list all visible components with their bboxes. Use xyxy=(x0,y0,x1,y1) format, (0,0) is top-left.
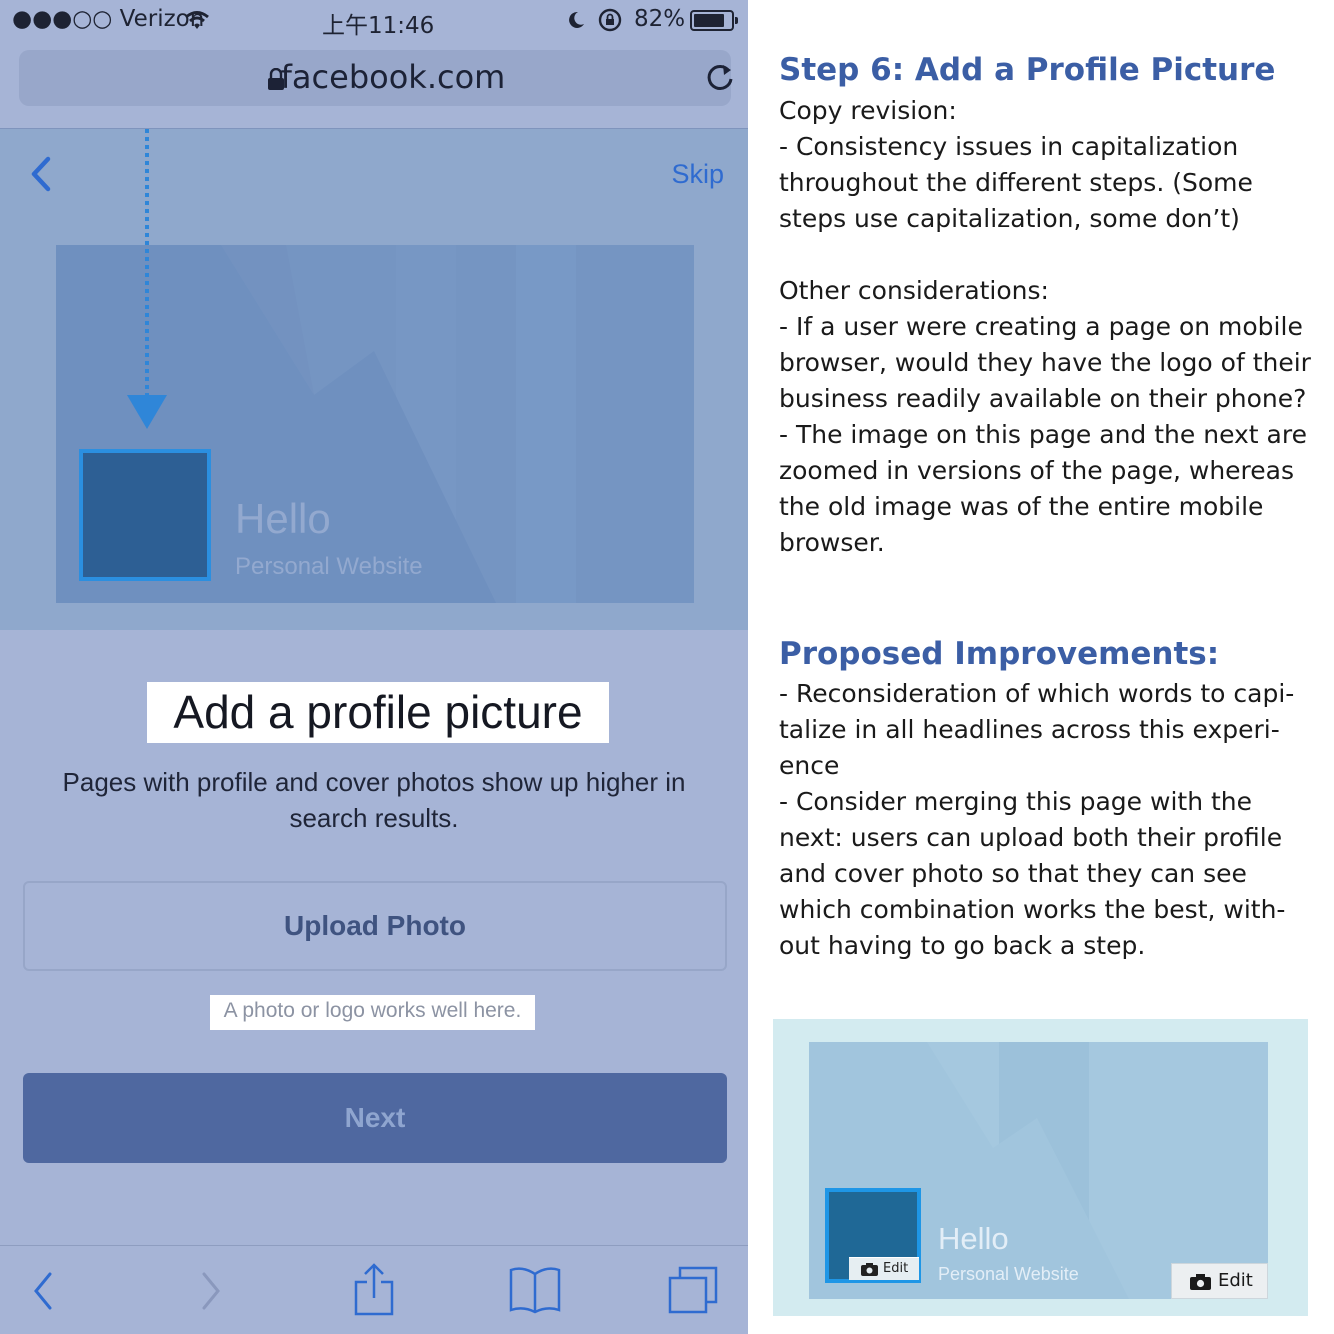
status-bar: ●●●○○ Verizon 上午11:46 82% xyxy=(0,0,748,42)
note-line: zoomed in versions of the page, whereas xyxy=(779,456,1295,485)
annotation-panel: Step 6: Add a Profile Picture Copy revis… xyxy=(748,0,1334,1334)
improvement-line: ence xyxy=(779,751,840,780)
address-bar[interactable]: facebook.com xyxy=(19,50,733,106)
improvement-line: talize in all headlines across this expe… xyxy=(779,715,1280,744)
carrier-label: ●●●○○ Verizon xyxy=(12,6,205,32)
upload-hint: A photo or logo works well here. xyxy=(223,999,522,1022)
note-line: the old image was of the entire mobile xyxy=(779,492,1264,521)
note-line: business readily available on their phon… xyxy=(779,384,1307,413)
step-title: Step 6: Add a Profile Picture xyxy=(779,52,1276,88)
mockup-page-category: Personal Website xyxy=(938,1264,1079,1284)
hint-highlight: A photo or logo works well here. xyxy=(210,995,535,1030)
mockup-page-name: Hello xyxy=(938,1221,1009,1256)
note-line: browser. xyxy=(779,528,885,557)
browser-back-icon[interactable] xyxy=(30,1270,56,1312)
preview-page-category: Personal Website xyxy=(235,553,423,580)
note-line: Other considerations: xyxy=(779,276,1049,305)
preview-page-name: Hello xyxy=(235,495,331,542)
mockup-profile-picture: Edit xyxy=(825,1188,921,1283)
reload-icon[interactable] xyxy=(703,61,737,95)
note-line: - The image on this page and the next ar… xyxy=(779,420,1307,449)
improvement-line: - Consider merging this page with the xyxy=(779,787,1253,816)
note-line: throughout the different steps. (Some xyxy=(779,168,1253,197)
share-icon[interactable] xyxy=(352,1262,396,1318)
phone-screenshot: ●●●○○ Verizon 上午11:46 82% facebook.com S… xyxy=(0,0,748,1334)
battery-percent: 82% xyxy=(634,6,686,32)
improvements-title: Proposed Improvements: xyxy=(779,636,1220,672)
cover-header: Skip Hello Personal Website xyxy=(0,128,748,630)
improvement-line: out having to go back a step. xyxy=(779,931,1146,960)
skip-link[interactable]: Skip xyxy=(671,159,724,190)
browser-toolbar xyxy=(0,1245,748,1334)
note-line: steps use capitalization, some don’t) xyxy=(779,204,1240,233)
improvement-line: which combination works the best, with- xyxy=(779,895,1286,924)
headline-highlight: Add a profile picture xyxy=(147,682,609,743)
page-subtext: Pages with profile and cover photos show… xyxy=(62,767,686,833)
wifi-icon xyxy=(185,11,209,29)
camera-icon xyxy=(1190,1274,1211,1290)
proposed-mockup: Edit Hello Personal Website Edit xyxy=(773,1019,1308,1316)
improvement-line: and cover photo so that they can see xyxy=(779,859,1247,888)
edit-cover-photo-button[interactable]: Edit xyxy=(1171,1263,1268,1299)
clock: 上午11:46 xyxy=(322,13,435,39)
moon-icon xyxy=(569,11,584,28)
page-headline: Add a profile picture xyxy=(173,686,583,738)
note-line: browser, would they have the logo of the… xyxy=(779,348,1311,377)
tabs-icon[interactable] xyxy=(666,1264,720,1316)
dotted-arrow-down-icon xyxy=(127,129,167,429)
next-button[interactable]: Next xyxy=(23,1073,727,1163)
improvement-line: next: users can upload both their profil… xyxy=(779,823,1283,852)
url-text: facebook.com xyxy=(280,58,506,96)
camera-icon xyxy=(861,1263,878,1276)
battery-icon xyxy=(690,10,738,31)
improvement-line: - Reconsideration of which words to capi… xyxy=(779,679,1295,708)
rotation-lock-icon xyxy=(598,8,622,32)
upload-photo-button[interactable]: Upload Photo xyxy=(23,881,727,971)
note-line: Copy revision: xyxy=(779,96,957,125)
note-line: - Consistency issues in capitalization xyxy=(779,132,1239,161)
note-line: - If a user were creating a page on mobi… xyxy=(779,312,1303,341)
back-chevron-icon[interactable] xyxy=(26,155,54,193)
edit-profile-photo-button[interactable]: Edit xyxy=(849,1257,919,1280)
bookmarks-icon[interactable] xyxy=(508,1266,562,1314)
profile-picture-placeholder xyxy=(79,449,211,581)
browser-forward-icon[interactable] xyxy=(198,1270,224,1312)
mockup-cover-image: Edit Hello Personal Website xyxy=(809,1042,1268,1299)
